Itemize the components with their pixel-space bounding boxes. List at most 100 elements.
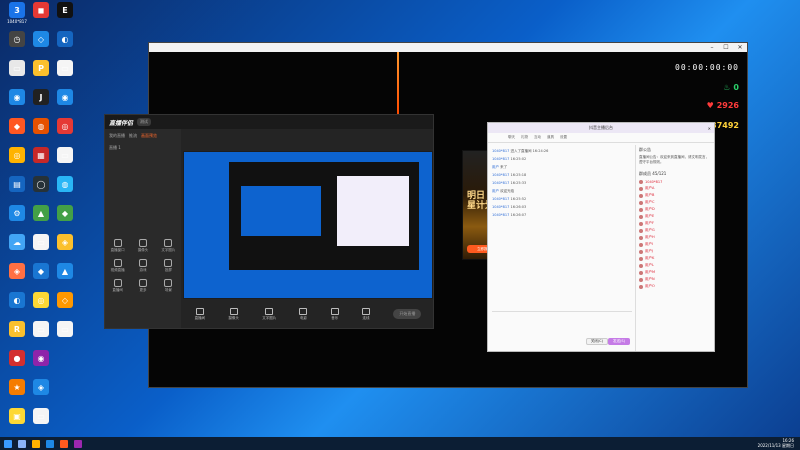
sidebar-tool[interactable]: 更多 (130, 279, 155, 293)
maximize-icon[interactable]: ☐ (719, 43, 733, 52)
tool-label: 直播间 (112, 288, 123, 292)
desktop-shortcut[interactable]: ▭ (51, 60, 79, 90)
member-item[interactable]: 用户B (639, 193, 712, 198)
desktop-shortcut[interactable]: ▭ (51, 147, 79, 177)
stream-preview[interactable] (183, 151, 433, 299)
member-item[interactable]: 用户G (639, 228, 712, 233)
avatar (639, 263, 643, 268)
message-user[interactable]: 1040*817 (492, 173, 509, 177)
toolbar-tool[interactable]: 摄像头 (228, 307, 239, 321)
sidebar-tool[interactable]: 直播窗口 (105, 239, 130, 253)
desktop-shortcut[interactable]: ▭ (27, 408, 55, 438)
streaming-app-window[interactable]: 直播伴侣 测试 我的直播 推流 画面预览 直播 1 直播窗口 摄像头 文字图片 视频直… (104, 114, 434, 329)
tool-label: 电影 (299, 315, 307, 320)
minimize-icon[interactable]: – (705, 43, 719, 52)
message-user[interactable]: 1040*817 (492, 157, 509, 161)
tab-my-live[interactable]: 我的直播 (109, 133, 125, 139)
message-user[interactable]: 1040*817 (492, 149, 509, 153)
app-icon[interactable] (74, 439, 82, 448)
toolbar-tool[interactable]: 直播间 (195, 307, 205, 321)
close-icon[interactable]: ✕ (708, 126, 711, 131)
member-item[interactable]: 用户J (639, 249, 712, 254)
member-item[interactable]: 用户E (639, 214, 712, 219)
chat-input-area[interactable]: 关闭(C) 发送(S) (492, 311, 632, 347)
sidebar-tool[interactable]: 文字图片 (156, 239, 181, 253)
tab-push[interactable]: 推流 (129, 133, 137, 139)
member-item[interactable]: 用户M (639, 270, 712, 275)
close-icon[interactable]: ✕ (733, 43, 747, 52)
close-button[interactable]: 关闭(C) (585, 338, 608, 345)
tool-icon (138, 239, 147, 247)
desktop-shortcut[interactable]: ◈ (27, 379, 55, 409)
desktop-shortcut[interactable]: ▭ (51, 321, 79, 351)
member-item[interactable]: 用户C (639, 200, 712, 205)
desktop-shortcut[interactable]: E (51, 2, 79, 32)
chat-tab[interactable]: 道具 (547, 135, 554, 140)
broadcast-titlebar: – ☐ ✕ (149, 43, 747, 52)
member-item[interactable]: 用户K (639, 256, 712, 261)
chat-tab[interactable]: 礼物 (521, 135, 528, 140)
desktop-shortcut[interactable]: ◉ (27, 350, 55, 380)
member-item[interactable]: 用户N (639, 277, 712, 282)
shortcut-icon: ◯ (33, 176, 49, 192)
chat-tabs: 聊天 礼物 互动 道具 设置 (488, 133, 714, 143)
member-item[interactable]: 1040*817 (639, 179, 712, 184)
message-user[interactable]: 用户 (492, 165, 499, 169)
scene-label[interactable]: 直播 1 (105, 143, 181, 153)
sidebar-tool[interactable]: 场景 (156, 279, 181, 293)
sidebar-tool[interactable]: 游戏 (130, 259, 155, 273)
member-item[interactable]: 用户D (639, 207, 712, 212)
send-button[interactable]: 发送(S) (608, 338, 630, 345)
tool-icon (113, 259, 122, 267)
chat-tab[interactable]: 互动 (534, 135, 541, 140)
desktop-shortcut[interactable]: ◆ (51, 205, 79, 235)
shortcut-icon: E (57, 2, 73, 18)
search-icon[interactable] (18, 439, 26, 448)
version-pill[interactable]: 测试 (137, 118, 152, 126)
edge-icon[interactable] (46, 439, 54, 448)
tool-icon (229, 307, 238, 315)
desktop-shortcut[interactable]: ◎ (51, 118, 79, 148)
desktop-shortcut[interactable]: ◇ (51, 292, 79, 322)
shortcut-icon: ★ (9, 379, 25, 395)
app-icon[interactable] (60, 439, 68, 448)
member-item[interactable]: 用户I (639, 242, 712, 247)
shortcut-icon: ● (9, 350, 25, 366)
member-item[interactable]: 用户F (639, 221, 712, 226)
sidebar-tool[interactable]: 投屏 (156, 259, 181, 273)
desktop-shortcut[interactable]: ◐ (51, 31, 79, 61)
member-item[interactable]: 用户O (639, 284, 712, 289)
chat-window[interactable]: 抖音主播后台 ✕ 聊天 礼物 互动 道具 设置 1040*817 进入了直播间 16:2… (487, 122, 715, 352)
desktop-shortcut[interactable]: ◈ (51, 234, 79, 264)
message-user[interactable]: 1040*817 (492, 205, 509, 209)
tab-preview[interactable]: 画面预览 (141, 133, 157, 139)
member-item[interactable]: 用户H (639, 235, 712, 240)
folder-icon[interactable] (32, 439, 40, 448)
nested-preview (229, 162, 419, 270)
start-live-button[interactable]: 开始直播 (393, 309, 422, 319)
toolbar-tool[interactable]: 文字图片 (262, 307, 276, 321)
message-user[interactable]: 1040*817 (492, 197, 509, 201)
toolbar-tool[interactable]: 电影 (299, 307, 308, 321)
sidebar-tool[interactable]: 直播间 (105, 279, 130, 293)
toolbar-tool[interactable]: 音乐 (330, 307, 339, 321)
message-text: 16:25:02 (510, 157, 527, 161)
desktop-shortcut[interactable]: ▲ (51, 263, 79, 293)
shortcut-icon: ⚙ (9, 205, 25, 221)
tool-icon (138, 279, 147, 287)
desktop-shortcut[interactable]: ◉ (51, 89, 79, 119)
message-user[interactable]: 1040*817 (492, 181, 509, 185)
member-item[interactable]: 用户A (639, 186, 712, 191)
message-user[interactable]: 用户 (492, 189, 499, 193)
sidebar-tool[interactable]: 视频直播 (105, 259, 130, 273)
system-tray[interactable]: 16:26 2022/11/13 星期日 (758, 438, 794, 448)
sidebar-tool[interactable]: 摄像头 (130, 239, 155, 253)
message-user[interactable]: 1040*817 (492, 213, 509, 217)
toolbar-tool[interactable]: 连线 (362, 307, 371, 321)
chat-tab[interactable]: 设置 (560, 135, 567, 140)
chat-tab[interactable]: 聊天 (508, 135, 515, 140)
desktop-shortcut[interactable]: ◍ (51, 176, 79, 206)
avatar (639, 270, 643, 275)
start-icon[interactable] (4, 439, 12, 448)
member-item[interactable]: 用户L (639, 263, 712, 268)
